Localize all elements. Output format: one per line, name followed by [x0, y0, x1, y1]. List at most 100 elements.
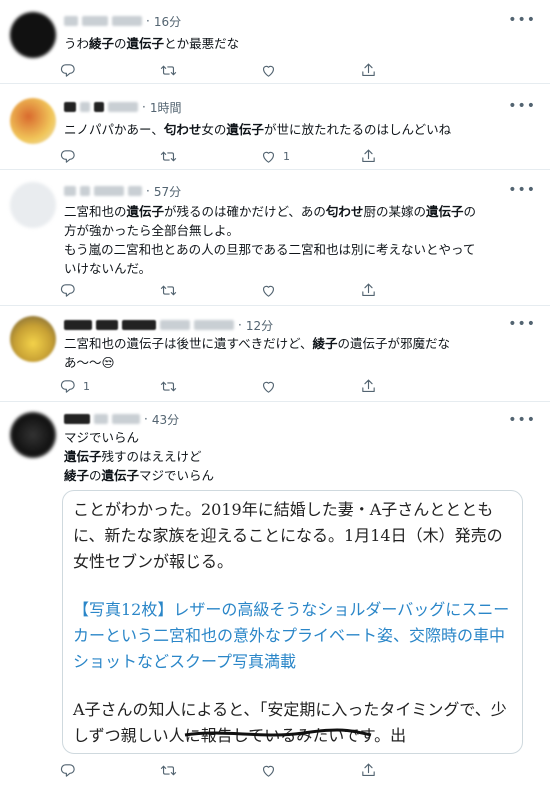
share-button[interactable] — [360, 58, 460, 82]
highlighted-keyword: 遺伝子 — [425, 204, 464, 219]
retweet-button[interactable] — [160, 144, 260, 168]
tweet-text: ニノパパかあー、匂わせ女の遺伝子が世に放たれたるのはしんどいね — [64, 120, 530, 139]
highlighted-keyword: 遺伝子 — [101, 468, 140, 483]
share-icon — [362, 763, 375, 776]
tweet-time[interactable]: 12分 — [246, 317, 273, 334]
tweet-text-fragment: ニノパパかあー、 — [64, 122, 164, 137]
like-button[interactable] — [260, 58, 360, 82]
like-icon — [262, 65, 275, 77]
tweet-text-fragment: とか最悪だな — [164, 36, 240, 51]
retweet-icon — [160, 151, 177, 161]
attached-article-image[interactable]: ことがわかった。2019年に結婚した妻・A子さんととともに、新たな家族を迎えるこ… — [62, 490, 523, 754]
reply-icon — [60, 149, 75, 163]
tweet-actions: 1 — [60, 144, 460, 168]
more-icon[interactable]: ••• — [508, 12, 536, 28]
highlighted-keyword: 綾子 — [64, 468, 90, 483]
tweet-text-fragment: 厨の某嫁の — [363, 204, 426, 219]
tweet-time[interactable]: 16分 — [154, 13, 181, 30]
tweet[interactable]: · 12分 ••• 二宮和也の遺伝子は後世に遺すべきだけど、綾子の遺伝子が邪魔だな… — [0, 306, 550, 402]
article-paragraph: ことがわかった。2019年に結婚した妻・A子さんととともに、新たな家族を迎えるこ… — [73, 500, 503, 571]
tweet-header: · 43分 — [64, 410, 179, 428]
highlighted-keyword: 遺伝子 — [64, 449, 102, 464]
retweet-icon — [160, 381, 177, 391]
reply-button[interactable] — [60, 758, 160, 782]
highlighted-keyword: 匂わせ — [163, 122, 202, 137]
share-icon — [362, 379, 375, 392]
share-button[interactable] — [360, 144, 460, 168]
tweet-text-fragment: 女の — [201, 122, 227, 137]
highlighted-keyword: 遺伝子 — [126, 36, 165, 51]
like-button[interactable] — [260, 374, 360, 398]
tweet-text-fragment: 二宮和也の — [64, 204, 127, 219]
share-icon — [362, 63, 375, 76]
avatar[interactable] — [10, 412, 56, 458]
tweet-text-fragment: マジでいらん — [139, 468, 215, 483]
retweet-button[interactable] — [160, 758, 260, 782]
tweet-text: うわ綾子の遺伝子とか最悪だな — [64, 34, 530, 53]
tweet[interactable]: · 57分 ••• 二宮和也の遺伝子が残るのは確かだけど、あの匂わせ厨の某嫁の遺伝… — [0, 170, 550, 306]
reply-icon — [60, 63, 75, 77]
tweet[interactable]: · 16分 ••• うわ綾子の遺伝子とか最悪だな — [0, 0, 550, 84]
tweet-time[interactable]: 43分 — [152, 411, 179, 428]
like-count: 1 — [283, 149, 290, 163]
tweet-text-fragment: 二宮和也の遺伝子は後世に遺すべきだけど、 — [64, 336, 313, 351]
reply-button[interactable] — [60, 144, 160, 168]
share-button[interactable] — [360, 278, 460, 302]
reply-button[interactable] — [60, 58, 160, 82]
like-icon — [262, 285, 275, 297]
retweet-button[interactable] — [160, 58, 260, 82]
tweet-header: · 12分 — [64, 316, 273, 334]
tweet-actions: 1 — [60, 374, 460, 398]
highlighted-keyword: 遺伝子 — [126, 204, 165, 219]
highlighted-keyword: 匂わせ — [325, 204, 364, 219]
more-icon[interactable]: ••• — [508, 182, 536, 198]
like-icon — [262, 765, 275, 777]
share-icon — [362, 283, 375, 296]
retweet-icon — [160, 285, 177, 295]
tweet[interactable]: · 1時間 ••• ニノパパかあー、匂わせ女の遺伝子が世に放たれたるのはしんどいね… — [0, 84, 550, 170]
avatar[interactable] — [10, 12, 56, 58]
tweet-time[interactable]: 57分 — [154, 183, 181, 200]
tweet-text-fragment: うわ — [64, 36, 90, 51]
tweet-text-fragment: の — [114, 36, 127, 51]
tweet-actions — [60, 278, 460, 302]
retweet-icon — [160, 65, 177, 75]
scribble-mark — [184, 728, 372, 737]
tweet-actions — [60, 58, 460, 82]
retweet-button[interactable] — [160, 278, 260, 302]
avatar[interactable] — [10, 316, 56, 362]
reply-button[interactable]: 1 — [60, 374, 160, 398]
tweet-header: · 1時間 — [64, 98, 181, 116]
more-icon[interactable]: ••• — [508, 412, 536, 428]
more-icon[interactable]: ••• — [508, 316, 536, 332]
reply-button[interactable] — [60, 278, 160, 302]
more-icon[interactable]: ••• — [508, 98, 536, 114]
highlighted-keyword: 綾子 — [89, 36, 115, 51]
like-button[interactable]: 1 — [260, 144, 360, 168]
tweet-actions — [60, 758, 460, 782]
like-icon — [262, 381, 275, 393]
share-button[interactable] — [360, 374, 460, 398]
tweet-text: マジでいらん 遺伝子残すのはええけど 綾子の遺伝子マジでいらん — [64, 428, 530, 485]
tweet-text: 二宮和也の遺伝子は後世に遺すべきだけど、綾子の遺伝子が邪魔だな あ～～😒 — [64, 334, 530, 372]
reply-icon — [60, 763, 75, 777]
like-button[interactable] — [260, 758, 360, 782]
avatar[interactable] — [10, 98, 56, 144]
tweet-text-fragment: の — [89, 468, 102, 483]
like-button[interactable] — [260, 278, 360, 302]
article-link-paragraph[interactable]: 【写真12枚】レザーの高級そうなショルダーバッグにスニーカーという二宮和也の意外… — [73, 597, 513, 675]
highlighted-keyword: 綾子 — [312, 336, 338, 351]
tweet-time[interactable]: 1時間 — [150, 99, 182, 116]
reply-count: 1 — [83, 379, 90, 393]
reply-icon — [60, 283, 75, 297]
reply-icon — [60, 379, 75, 393]
tweet-header: · 57分 — [64, 182, 181, 200]
retweet-button[interactable] — [160, 374, 260, 398]
article-paragraph: A子さんの知人によると、「安定期に入ったタイミングで、少しずつ親しい人に報告して… — [73, 700, 507, 745]
tweet-text-fragment: 残すのはええけど — [101, 449, 202, 464]
avatar[interactable] — [10, 182, 56, 228]
tweet-header: · 16分 — [64, 12, 181, 30]
tweet-text-fragment: が残るのは確かだけど、あの — [164, 204, 326, 219]
tweet-text: 二宮和也の遺伝子が残るのは確かだけど、あの匂わせ厨の某嫁の遺伝子の 方が強かった… — [64, 202, 530, 278]
share-button[interactable] — [360, 758, 460, 782]
